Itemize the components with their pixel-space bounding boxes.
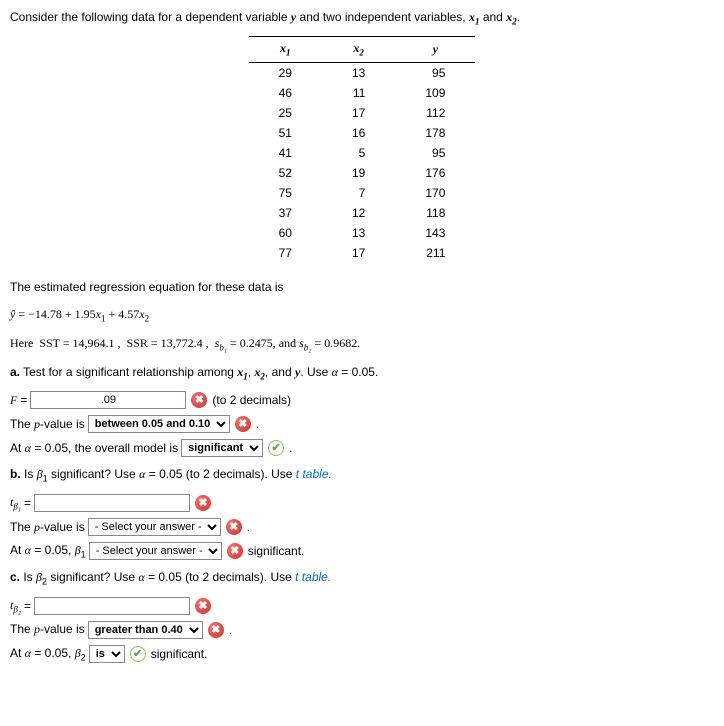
b1-post: significant.: [248, 544, 305, 558]
model-a-pre: At α = 0.05, the overall model is: [10, 441, 178, 456]
table-row: 41595: [249, 143, 476, 163]
F-hint: (to 2 decimals): [212, 393, 291, 407]
table-row: 757170: [249, 183, 476, 203]
stats-line: Here SST = 14,964.1 , SSR = 13,772.4 , s…: [10, 334, 714, 355]
part-c: c. Is β2 significant? Use α = 0.05 (to 2…: [10, 568, 714, 589]
pvalue-label: The p-value is: [10, 417, 85, 432]
table-header-row: x1 x2 y: [249, 37, 476, 62]
b2-select[interactable]: is: [89, 645, 125, 663]
wrong-icon: ✖: [195, 495, 211, 511]
regression-equation: ŷ = −14.78 + 1.95x1 + 4.57x2: [10, 305, 714, 326]
pvalue-c-select[interactable]: greater than 0.40: [88, 621, 203, 639]
t-table-link[interactable]: t table.: [296, 467, 332, 481]
pvalue-label: The p-value is: [10, 520, 85, 535]
b2-post: significant.: [151, 647, 208, 661]
wrong-icon: ✖: [191, 392, 207, 408]
b1-select[interactable]: - Select your answer -: [89, 542, 222, 560]
part-b: b. Is β1 significant? Use α = 0.05 (to 2…: [10, 465, 714, 486]
problem-intro: Consider the following data for a depend…: [10, 10, 714, 26]
wrong-icon: ✖: [227, 543, 243, 559]
table-row: 5116178: [249, 123, 476, 143]
tb2-label: tβ₂: [10, 598, 21, 614]
data-table: x1 x2 y 29139546111092517112511617841595…: [249, 36, 476, 262]
b2-pre: At α = 0.05, β2: [10, 646, 86, 662]
table-row: 291395: [249, 62, 476, 83]
pvalue-b-select[interactable]: - Select your answer -: [88, 518, 221, 536]
tb1-label: tβ₁: [10, 495, 21, 511]
table-row: 2517112: [249, 103, 476, 123]
pvalue-label: The p-value is: [10, 622, 85, 637]
t-table-link[interactable]: t table.: [295, 570, 331, 584]
wrong-icon: ✖: [235, 416, 251, 432]
table-row: 4611109: [249, 83, 476, 103]
col-x1: x1: [249, 37, 322, 62]
model-a-select[interactable]: significant: [181, 439, 263, 457]
correct-icon: ✔: [130, 646, 146, 662]
equation-intro: The estimated regression equation for th…: [10, 278, 714, 297]
col-x2: x2: [322, 37, 395, 62]
F-label: F: [10, 393, 17, 408]
b1-pre: At α = 0.05, β1: [10, 543, 86, 559]
tb1-input[interactable]: [34, 494, 190, 512]
table-row: 6013143: [249, 223, 476, 243]
col-y: y: [395, 37, 475, 62]
F-input[interactable]: [30, 391, 186, 409]
correct-icon: ✔: [268, 440, 284, 456]
part-a: a. Test for a significant relationship a…: [10, 363, 714, 384]
table-row: 7717211: [249, 243, 476, 263]
wrong-icon: ✖: [226, 519, 242, 535]
table-row: 5219176: [249, 163, 476, 183]
wrong-icon: ✖: [208, 622, 224, 638]
tb2-input[interactable]: [34, 597, 190, 615]
pvalue-a-select[interactable]: between 0.05 and 0.10: [88, 415, 230, 433]
table-row: 3712118: [249, 203, 476, 223]
wrong-icon: ✖: [195, 598, 211, 614]
